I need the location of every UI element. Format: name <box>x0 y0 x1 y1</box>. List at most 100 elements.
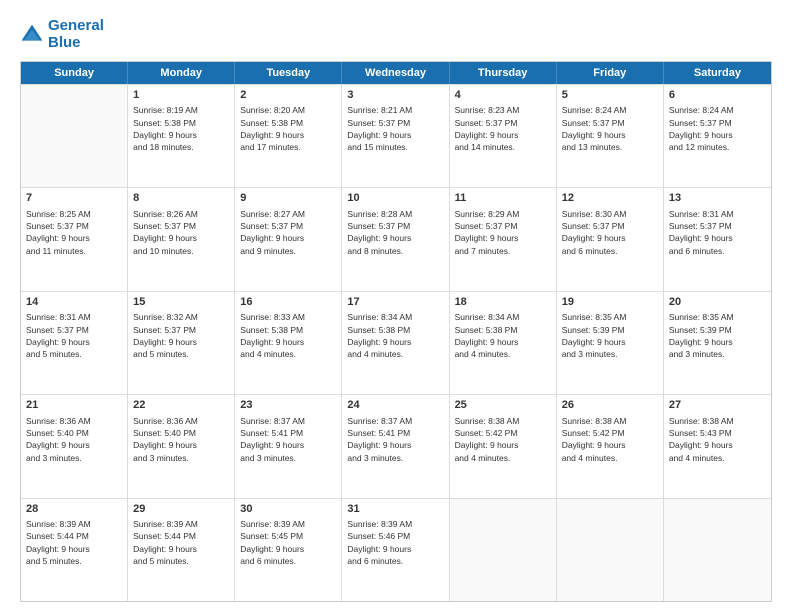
cell-info: Sunrise: 8:30 AM Sunset: 5:37 PM Dayligh… <box>562 208 658 257</box>
calendar-cell: 27 Sunrise: 8:38 AM Sunset: 5:43 PM Dayli… <box>664 395 771 497</box>
cell-info: Sunrise: 8:31 AM Sunset: 5:37 PM Dayligh… <box>26 311 122 360</box>
calendar-cell: 22 Sunrise: 8:36 AM Sunset: 5:40 PM Dayli… <box>128 395 235 497</box>
cell-info: Sunrise: 8:34 AM Sunset: 5:38 PM Dayligh… <box>347 311 443 360</box>
cell-info: Sunrise: 8:29 AM Sunset: 5:37 PM Dayligh… <box>455 208 551 257</box>
calendar-row: 7 Sunrise: 8:25 AM Sunset: 5:37 PM Daylig… <box>21 187 771 290</box>
day-number: 26 <box>562 398 658 413</box>
calendar-cell: 15Sunrise: 8:32 AM Sunset: 5:37 PM Dayli… <box>128 292 235 394</box>
calendar-cell: 28Sunrise: 8:39 AM Sunset: 5:44 PM Dayli… <box>21 499 128 601</box>
calendar-cell <box>664 499 771 601</box>
cell-info: Sunrise: 8:27 AM Sunset: 5:37 PM Dayligh… <box>240 208 336 257</box>
cell-info: Sunrise: 8:38 AM Sunset: 5:43 PM Dayligh… <box>669 415 766 464</box>
cell-info: Sunrise: 8:33 AM Sunset: 5:38 PM Dayligh… <box>240 311 336 360</box>
calendar-cell: 11 Sunrise: 8:29 AM Sunset: 5:37 PM Dayli… <box>450 188 557 290</box>
cell-info: Sunrise: 8:35 AM Sunset: 5:39 PM Dayligh… <box>562 311 658 360</box>
day-number: 12 <box>562 191 658 206</box>
calendar-cell: 6Sunrise: 8:24 AM Sunset: 5:37 PM Daylig… <box>664 85 771 187</box>
calendar-cell: 7 Sunrise: 8:25 AM Sunset: 5:37 PM Daylig… <box>21 188 128 290</box>
calendar-cell: 4Sunrise: 8:23 AM Sunset: 5:37 PM Daylig… <box>450 85 557 187</box>
calendar-cell: 8Sunrise: 8:26 AM Sunset: 5:37 PM Daylig… <box>128 188 235 290</box>
cell-info: Sunrise: 8:38 AM Sunset: 5:42 PM Dayligh… <box>455 415 551 464</box>
day-number: 9 <box>240 191 336 206</box>
calendar-cell: 29Sunrise: 8:39 AM Sunset: 5:44 PM Dayli… <box>128 499 235 601</box>
day-number: 22 <box>133 398 229 413</box>
day-number: 25 <box>455 398 551 413</box>
calendar-cell: 30Sunrise: 8:39 AM Sunset: 5:45 PM Dayli… <box>235 499 342 601</box>
calendar-cell: 21Sunrise: 8:36 AM Sunset: 5:40 PM Dayli… <box>21 395 128 497</box>
calendar-cell: 18Sunrise: 8:34 AM Sunset: 5:38 PM Dayli… <box>450 292 557 394</box>
cell-info: Sunrise: 8:25 AM Sunset: 5:37 PM Dayligh… <box>26 208 122 257</box>
header-day: Tuesday <box>235 62 342 84</box>
cell-info: Sunrise: 8:28 AM Sunset: 5:37 PM Dayligh… <box>347 208 443 257</box>
cell-info: Sunrise: 8:39 AM Sunset: 5:45 PM Dayligh… <box>240 518 336 567</box>
header-day: Wednesday <box>342 62 449 84</box>
calendar-cell: 25 Sunrise: 8:38 AM Sunset: 5:42 PM Dayli… <box>450 395 557 497</box>
day-number: 20 <box>669 295 766 310</box>
cell-info: Sunrise: 8:35 AM Sunset: 5:39 PM Dayligh… <box>669 311 766 360</box>
day-number: 13 <box>669 191 766 206</box>
day-number: 24 <box>347 398 443 413</box>
calendar-body: 1Sunrise: 8:19 AM Sunset: 5:38 PM Daylig… <box>21 84 771 601</box>
calendar-cell: 9 Sunrise: 8:27 AM Sunset: 5:37 PM Daylig… <box>235 188 342 290</box>
day-number: 21 <box>26 398 122 413</box>
logo-text: General Blue <box>48 18 104 51</box>
cell-info: Sunrise: 8:38 AM Sunset: 5:42 PM Dayligh… <box>562 415 658 464</box>
header-day: Friday <box>557 62 664 84</box>
day-number: 27 <box>669 398 766 413</box>
day-number: 29 <box>133 502 229 517</box>
calendar-cell: 14Sunrise: 8:31 AM Sunset: 5:37 PM Dayli… <box>21 292 128 394</box>
day-number: 1 <box>133 88 229 103</box>
calendar-cell: 20Sunrise: 8:35 AM Sunset: 5:39 PM Dayli… <box>664 292 771 394</box>
day-number: 19 <box>562 295 658 310</box>
day-number: 15 <box>133 295 229 310</box>
day-number: 11 <box>455 191 551 206</box>
calendar-cell: 10 Sunrise: 8:28 AM Sunset: 5:37 PM Dayli… <box>342 188 449 290</box>
header-day: Saturday <box>664 62 771 84</box>
cell-info: Sunrise: 8:23 AM Sunset: 5:37 PM Dayligh… <box>455 104 551 153</box>
calendar: SundayMondayTuesdayWednesdayThursdayFrid… <box>20 61 772 602</box>
cell-info: Sunrise: 8:32 AM Sunset: 5:37 PM Dayligh… <box>133 311 229 360</box>
calendar-cell: 5Sunrise: 8:24 AM Sunset: 5:37 PM Daylig… <box>557 85 664 187</box>
cell-info: Sunrise: 8:19 AM Sunset: 5:38 PM Dayligh… <box>133 104 229 153</box>
cell-info: Sunrise: 8:39 AM Sunset: 5:46 PM Dayligh… <box>347 518 443 567</box>
cell-info: Sunrise: 8:39 AM Sunset: 5:44 PM Dayligh… <box>26 518 122 567</box>
day-number: 28 <box>26 502 122 517</box>
day-number: 30 <box>240 502 336 517</box>
cell-info: Sunrise: 8:39 AM Sunset: 5:44 PM Dayligh… <box>133 518 229 567</box>
calendar-cell: 13 Sunrise: 8:31 AM Sunset: 5:37 PM Dayli… <box>664 188 771 290</box>
calendar-row: 14Sunrise: 8:31 AM Sunset: 5:37 PM Dayli… <box>21 291 771 394</box>
day-number: 18 <box>455 295 551 310</box>
calendar-cell: 1Sunrise: 8:19 AM Sunset: 5:38 PM Daylig… <box>128 85 235 187</box>
day-number: 31 <box>347 502 443 517</box>
calendar-cell <box>450 499 557 601</box>
cell-info: Sunrise: 8:37 AM Sunset: 5:41 PM Dayligh… <box>240 415 336 464</box>
calendar-cell: 17Sunrise: 8:34 AM Sunset: 5:38 PM Dayli… <box>342 292 449 394</box>
day-number: 10 <box>347 191 443 206</box>
calendar-cell: 2Sunrise: 8:20 AM Sunset: 5:38 PM Daylig… <box>235 85 342 187</box>
calendar-cell: 23 Sunrise: 8:37 AM Sunset: 5:41 PM Dayli… <box>235 395 342 497</box>
day-number: 14 <box>26 295 122 310</box>
cell-info: Sunrise: 8:24 AM Sunset: 5:37 PM Dayligh… <box>562 104 658 153</box>
calendar-cell: 24Sunrise: 8:37 AM Sunset: 5:41 PM Dayli… <box>342 395 449 497</box>
day-number: 7 <box>26 191 122 206</box>
header-day: Sunday <box>21 62 128 84</box>
calendar-row: 21 Sunrise: 8:36 AM Sunset: 5:40 PM Dayli… <box>21 394 771 497</box>
calendar-cell: 12 Sunrise: 8:30 AM Sunset: 5:37 PM Dayli… <box>557 188 664 290</box>
calendar-cell <box>557 499 664 601</box>
calendar-cell <box>21 85 128 187</box>
header-day: Thursday <box>450 62 557 84</box>
calendar-cell: 26 Sunrise: 8:38 AM Sunset: 5:42 PM Dayli… <box>557 395 664 497</box>
cell-info: Sunrise: 8:26 AM Sunset: 5:37 PM Dayligh… <box>133 208 229 257</box>
cell-info: Sunrise: 8:31 AM Sunset: 5:37 PM Dayligh… <box>669 208 766 257</box>
cell-info: Sunrise: 8:20 AM Sunset: 5:38 PM Dayligh… <box>240 104 336 153</box>
header: General Blue <box>20 18 772 51</box>
day-number: 16 <box>240 295 336 310</box>
page: General Blue SundayMondayTuesdayWednesda… <box>0 0 792 612</box>
calendar-row: 1Sunrise: 8:19 AM Sunset: 5:38 PM Daylig… <box>21 84 771 187</box>
day-number: 5 <box>562 88 658 103</box>
day-number: 4 <box>455 88 551 103</box>
cell-info: Sunrise: 8:36 AM Sunset: 5:40 PM Dayligh… <box>133 415 229 464</box>
day-number: 23 <box>240 398 336 413</box>
calendar-cell: 31Sunrise: 8:39 AM Sunset: 5:46 PM Dayli… <box>342 499 449 601</box>
day-number: 6 <box>669 88 766 103</box>
